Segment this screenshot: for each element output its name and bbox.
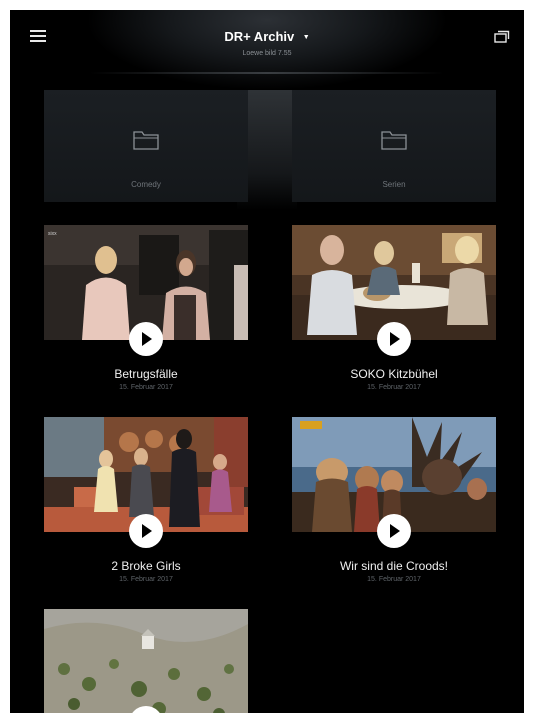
folder-label: Comedy [131,180,161,189]
device-subtitle: Loewe bild 7.55 [242,50,292,57]
play-button[interactable] [377,322,411,356]
play-button[interactable] [129,514,163,548]
video-date: 15. Februar 2017 [119,384,173,391]
play-button[interactable] [129,322,163,356]
screens-icon[interactable] [494,30,510,43]
folder-tile-comedy[interactable]: Comedy [44,90,248,202]
video-card-landscape[interactable] [44,609,248,713]
video-thumbnail [44,609,248,713]
play-button[interactable] [377,514,411,548]
video-card-wir-sind-die-croods[interactable]: Wir sind die Croods! 15. Februar 2017 [292,417,496,592]
folder-icon [133,131,159,150]
video-title: SOKO Kitzbühel [350,367,438,381]
video-card-betrugsfaelle[interactable]: sixx Betrugsfälle 15. Februar 2017 [44,225,248,400]
video-date: 15. Februar 2017 [367,384,421,391]
video-date: 15. Februar 2017 [367,576,421,583]
folder-label: Serien [382,180,406,189]
app-screen: DR+ Archiv ▼ Loewe bild 7.55 Comedy Seri… [10,10,524,713]
caret-down-icon: ▼ [302,34,310,41]
folder-icon [381,131,407,150]
header-divider [90,72,444,74]
video-title: Betrugsfälle [114,367,178,381]
source-selector[interactable]: DR+ Archiv ▼ Loewe bild 7.55 [10,28,524,57]
video-title: Wir sind die Croods! [339,559,449,573]
video-date: 15. Februar 2017 [119,576,173,583]
video-card-soko-kitzbuehel[interactable]: SOKO Kitzbühel 15. Februar 2017 [292,225,496,400]
video-card-2-broke-girls[interactable]: 2 Broke Girls 15. Februar 2017 [44,417,248,592]
svg-text:sixx: sixx [48,231,57,237]
folder-tile-serien[interactable]: Serien [292,90,496,202]
video-title: 2 Broke Girls [111,559,181,573]
page-title: DR+ Archiv [224,29,295,44]
